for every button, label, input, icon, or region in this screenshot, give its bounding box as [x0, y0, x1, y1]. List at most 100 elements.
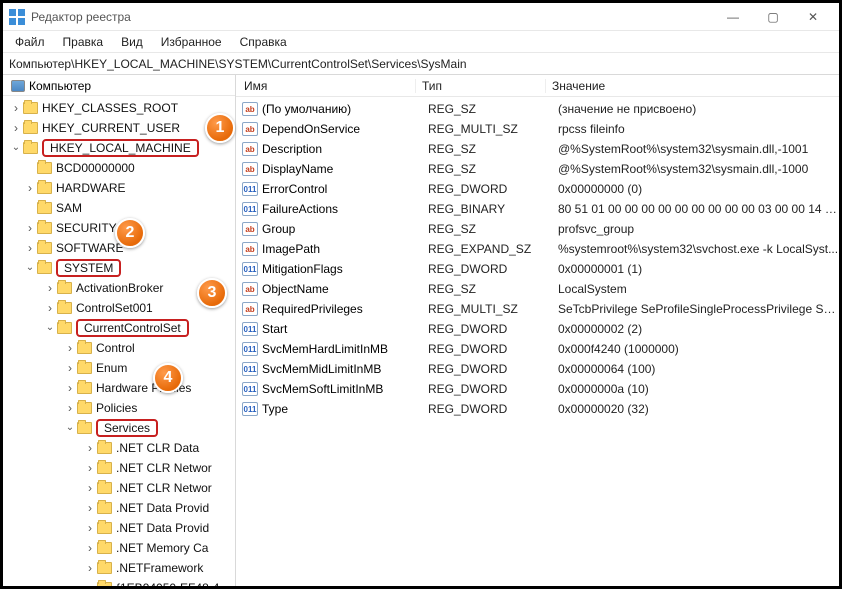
tree-node[interactable]: HKEY_CLASSES_ROOT: [3, 98, 235, 118]
tree-node[interactable]: HKEY_CURRENT_USER: [3, 118, 235, 138]
chevron-right-icon[interactable]: [83, 441, 97, 455]
chevron-right-icon[interactable]: [43, 301, 57, 315]
chevron-right-icon[interactable]: [9, 101, 23, 115]
value-row[interactable]: abObjectNameREG_SZLocalSystem: [236, 279, 839, 299]
tree-node[interactable]: BCD00000000: [3, 158, 235, 178]
maximize-button[interactable]: ▢: [753, 5, 793, 29]
tree-node[interactable]: Services: [3, 418, 235, 438]
tree-node[interactable]: HKEY_LOCAL_MACHINE: [3, 138, 235, 158]
folder-icon: [23, 102, 38, 114]
tree-node[interactable]: .NET Data Provid: [3, 518, 235, 538]
value-row[interactable]: abDisplayNameREG_SZ@%SystemRoot%\system3…: [236, 159, 839, 179]
value-row[interactable]: abImagePathREG_EXPAND_SZ%systemroot%\sys…: [236, 239, 839, 259]
value-row[interactable]: ab(По умолчанию)REG_SZ(значение не присв…: [236, 99, 839, 119]
chevron-right-icon[interactable]: [83, 501, 97, 515]
chevron-right-icon[interactable]: [23, 241, 37, 255]
tree-node[interactable]: .NET CLR Networ: [3, 478, 235, 498]
chevron-right-icon[interactable]: [63, 361, 77, 375]
window-title: Редактор реестра: [31, 10, 131, 24]
value-name: SvcMemSoftLimitInMB: [262, 382, 422, 396]
tree-node[interactable]: {1EB94050-EF48-4: [3, 578, 235, 586]
binary-value-icon: 011: [242, 182, 258, 196]
folder-icon: [57, 322, 72, 334]
chevron-right-icon[interactable]: [23, 181, 37, 195]
value-row[interactable]: abDescriptionREG_SZ@%SystemRoot%\system3…: [236, 139, 839, 159]
tree-node[interactable]: .NET CLR Networ: [3, 458, 235, 478]
col-value[interactable]: Значение: [546, 79, 839, 93]
chevron-right-icon[interactable]: [23, 221, 37, 235]
chevron-right-icon[interactable]: [63, 381, 77, 395]
tree-node-label: Control: [96, 341, 135, 355]
tree-node[interactable]: SYSTEM: [3, 258, 235, 278]
tree-node-label: .NET Memory Ca: [116, 541, 208, 555]
chevron-right-icon[interactable]: [43, 281, 57, 295]
chevron-down-icon[interactable]: [9, 143, 23, 154]
col-type[interactable]: Тип: [416, 79, 546, 93]
folder-icon: [97, 582, 112, 586]
tree-node[interactable]: HARDWARE: [3, 178, 235, 198]
close-button[interactable]: ✕: [793, 5, 833, 29]
value-row[interactable]: 011SvcMemSoftLimitInMBREG_DWORD0x0000000…: [236, 379, 839, 399]
tree-root[interactable]: Компьютер: [3, 77, 235, 96]
tree-node[interactable]: Control: [3, 338, 235, 358]
chevron-right-icon[interactable]: [83, 461, 97, 475]
tree-node[interactable]: .NET CLR Data: [3, 438, 235, 458]
chevron-right-icon[interactable]: [83, 521, 97, 535]
chevron-right-icon[interactable]: [63, 401, 77, 415]
chevron-down-icon[interactable]: [23, 263, 37, 274]
value-row[interactable]: 011SvcMemMidLimitInMBREG_DWORD0x00000064…: [236, 359, 839, 379]
value-type: REG_DWORD: [422, 262, 552, 276]
folder-icon: [23, 122, 38, 134]
tree-node[interactable]: Policies: [3, 398, 235, 418]
menu-file[interactable]: Файл: [7, 33, 53, 51]
folder-icon: [97, 462, 112, 474]
chevron-right-icon[interactable]: [83, 581, 97, 586]
folder-icon: [97, 442, 112, 454]
chevron-right-icon[interactable]: [9, 121, 23, 135]
minimize-button[interactable]: —: [713, 5, 753, 29]
chevron-right-icon[interactable]: [63, 341, 77, 355]
chevron-down-icon[interactable]: [63, 423, 77, 434]
value-row[interactable]: 011ErrorControlREG_DWORD0x00000000 (0): [236, 179, 839, 199]
tree-pane[interactable]: Компьютер HKEY_CLASSES_ROOTHKEY_CURRENT_…: [3, 75, 236, 586]
value-row[interactable]: 011SvcMemHardLimitInMBREG_DWORD0x000f424…: [236, 339, 839, 359]
value-type: REG_DWORD: [422, 402, 552, 416]
value-row[interactable]: 011MitigationFlagsREG_DWORD0x00000001 (1…: [236, 259, 839, 279]
tree-node-label: .NET Data Provid: [116, 521, 209, 535]
value-type: REG_MULTI_SZ: [422, 122, 552, 136]
tree-node[interactable]: .NET Data Provid: [3, 498, 235, 518]
menu-edit[interactable]: Правка: [55, 33, 112, 51]
folder-icon: [97, 562, 112, 574]
address-bar[interactable]: Компьютер\HKEY_LOCAL_MACHINE\SYSTEM\Curr…: [3, 53, 839, 75]
value-row[interactable]: 011FailureActionsREG_BINARY80 51 01 00 0…: [236, 199, 839, 219]
chevron-down-icon[interactable]: [43, 323, 57, 334]
col-name[interactable]: Имя: [236, 79, 416, 93]
value-name: DisplayName: [262, 162, 422, 176]
tree-node[interactable]: .NET Memory Ca: [3, 538, 235, 558]
tree-node-label: .NET CLR Networ: [116, 481, 212, 495]
tree-node[interactable]: SAM: [3, 198, 235, 218]
menu-favorites[interactable]: Избранное: [153, 33, 230, 51]
value-row[interactable]: abGroupREG_SZprofsvc_group: [236, 219, 839, 239]
string-value-icon: ab: [242, 162, 258, 176]
tree-node[interactable]: Hardware Profiles: [3, 378, 235, 398]
menu-help[interactable]: Справка: [232, 33, 295, 51]
callout-badge: 4: [153, 363, 183, 393]
chevron-right-icon[interactable]: [83, 561, 97, 575]
value-row[interactable]: 011TypeREG_DWORD0x00000020 (32): [236, 399, 839, 419]
value-row[interactable]: 011StartREG_DWORD0x00000002 (2): [236, 319, 839, 339]
value-name: Type: [262, 402, 422, 416]
menu-view[interactable]: Вид: [113, 33, 151, 51]
chevron-right-icon[interactable]: [83, 481, 97, 495]
value-data: @%SystemRoot%\system32\sysmain.dll,-1001: [552, 142, 839, 156]
folder-icon: [57, 282, 72, 294]
chevron-right-icon[interactable]: [83, 541, 97, 555]
folder-icon: [97, 522, 112, 534]
value-list-pane[interactable]: Имя Тип Значение ab(По умолчанию)REG_SZ(…: [236, 75, 839, 586]
tree-node[interactable]: CurrentControlSet: [3, 318, 235, 338]
value-row[interactable]: abRequiredPrivilegesREG_MULTI_SZSeTcbPri…: [236, 299, 839, 319]
tree-node[interactable]: Enum: [3, 358, 235, 378]
tree-node[interactable]: .NETFramework: [3, 558, 235, 578]
folder-icon: [77, 362, 92, 374]
value-row[interactable]: abDependOnServiceREG_MULTI_SZrpcss filei…: [236, 119, 839, 139]
